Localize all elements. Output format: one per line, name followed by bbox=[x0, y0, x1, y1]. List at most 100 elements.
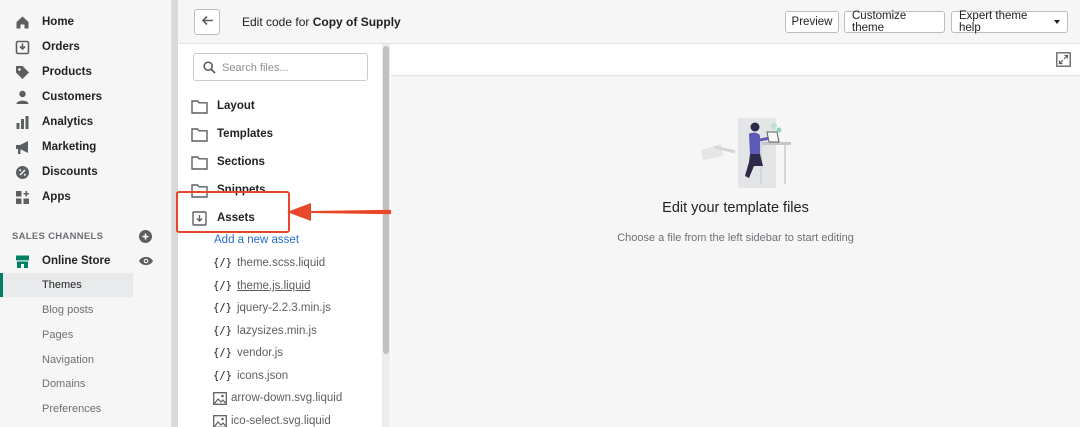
customize-theme-button[interactable]: Customize theme bbox=[844, 10, 945, 34]
sub-item-navigation[interactable]: Navigation bbox=[0, 348, 133, 372]
image-icon bbox=[213, 414, 227, 427]
sub-item-label: Preferences bbox=[42, 403, 102, 415]
nav-item-label: Analytics bbox=[42, 116, 94, 128]
code-icon: {/} bbox=[213, 280, 232, 292]
home-icon bbox=[15, 15, 30, 30]
megaphone-icon bbox=[15, 140, 30, 155]
expand-icon[interactable] bbox=[1056, 52, 1071, 67]
folder-label: Templates bbox=[217, 128, 274, 140]
code-icon: {/} bbox=[213, 302, 232, 314]
search-icon bbox=[203, 61, 216, 74]
file-name: theme.js.liquid bbox=[236, 280, 311, 292]
code-icon: {/} bbox=[213, 370, 232, 382]
nav-item-products[interactable]: Products bbox=[0, 60, 165, 84]
search-placeholder: Search files... bbox=[222, 62, 289, 74]
back-button[interactable] bbox=[194, 9, 220, 35]
nav-item-label: Customers bbox=[42, 91, 103, 103]
editor-area: Edit your template files Choose a file f… bbox=[391, 44, 1080, 427]
nav-item-label: Discounts bbox=[42, 166, 98, 178]
preview-button[interactable]: Preview bbox=[785, 11, 839, 33]
nav-item-analytics[interactable]: Analytics bbox=[0, 110, 165, 134]
admin-sidebar: Home Orders Products Customers Analytics… bbox=[0, 0, 172, 427]
sales-channels-heading: SALES CHANNELS bbox=[12, 231, 104, 242]
store-icon bbox=[15, 254, 30, 269]
tag-icon bbox=[15, 65, 30, 80]
preview-button-label: Preview bbox=[791, 16, 833, 28]
caret-down-icon bbox=[1054, 20, 1060, 24]
apps-icon bbox=[15, 190, 30, 205]
file-name: jquery-2.2.3.min.js bbox=[236, 302, 331, 314]
file-item[interactable]: {/} vendor.js bbox=[213, 343, 283, 363]
sub-item-pages[interactable]: Pages bbox=[0, 323, 133, 347]
nav-item-label: Orders bbox=[42, 41, 80, 53]
nav-item-label: Online Store bbox=[42, 255, 111, 267]
eye-icon[interactable] bbox=[138, 254, 154, 266]
folder-icon bbox=[191, 127, 208, 142]
folder-sections[interactable]: Sections bbox=[191, 151, 265, 173]
nav-item-discounts[interactable]: Discounts bbox=[0, 160, 165, 184]
add-circle-icon[interactable] bbox=[139, 230, 152, 243]
file-name: lazysizes.min.js bbox=[236, 325, 317, 337]
code-icon: {/} bbox=[213, 347, 232, 359]
folder-label: Sections bbox=[217, 156, 265, 168]
file-name: vendor.js bbox=[236, 347, 283, 359]
nav-item-label: Marketing bbox=[42, 141, 97, 153]
file-item[interactable]: {/} theme.scss.liquid bbox=[213, 253, 325, 273]
file-item[interactable]: {/} icons.json bbox=[213, 366, 288, 386]
folder-templates[interactable]: Templates bbox=[191, 123, 273, 145]
nav-item-customers[interactable]: Customers bbox=[0, 85, 165, 109]
nav-item-home[interactable]: Home bbox=[0, 10, 165, 34]
nav-item-label: Home bbox=[42, 16, 74, 28]
orders-icon bbox=[15, 40, 30, 55]
file-name: theme.scss.liquid bbox=[236, 257, 326, 269]
person-icon bbox=[15, 90, 30, 105]
sub-item-blog-posts[interactable]: Blog posts bbox=[0, 298, 133, 322]
sub-item-label: Blog posts bbox=[42, 304, 94, 316]
empty-state-subtitle: Choose a file from the left sidebar to s… bbox=[617, 232, 854, 244]
file-name: icons.json bbox=[236, 370, 289, 382]
nav-item-orders[interactable]: Orders bbox=[0, 35, 165, 59]
sub-item-preferences[interactable]: Preferences bbox=[0, 397, 133, 421]
sub-item-domains[interactable]: Domains bbox=[0, 372, 133, 396]
code-icon: {/} bbox=[213, 257, 232, 269]
file-item[interactable]: {/} theme.js.liquid bbox=[213, 276, 310, 296]
file-name: ico-select.svg.liquid bbox=[231, 415, 331, 427]
file-name: arrow-down.svg.liquid bbox=[231, 392, 343, 404]
sub-item-themes[interactable]: Themes bbox=[0, 273, 133, 297]
folder-label: Layout bbox=[217, 100, 255, 112]
expert-theme-help-label: Expert theme help bbox=[959, 10, 1028, 34]
folder-layout[interactable]: Layout bbox=[191, 95, 255, 117]
arrow-left-icon bbox=[201, 13, 214, 31]
customize-theme-label: Customize theme bbox=[852, 10, 907, 34]
file-item[interactable]: {/} jquery-2.2.3.min.js bbox=[213, 298, 331, 318]
page-title: Edit code for Copy of Supply bbox=[242, 15, 401, 29]
code-icon: {/} bbox=[213, 325, 232, 337]
search-files-input[interactable]: Search files... bbox=[193, 53, 368, 81]
sub-item-label: Themes bbox=[42, 279, 82, 291]
editing-illustration bbox=[701, 118, 791, 188]
nav-item-apps[interactable]: Apps bbox=[0, 185, 165, 209]
folder-icon bbox=[191, 155, 208, 170]
sub-item-label: Navigation bbox=[42, 354, 94, 366]
empty-state-title: Edit your template files bbox=[662, 200, 809, 216]
editor-tab-bar bbox=[391, 44, 1080, 76]
file-sidebar: Search files... Layout Templates Section… bbox=[178, 44, 390, 427]
file-item[interactable]: arrow-down.svg.liquid bbox=[213, 388, 342, 408]
theme-name: Copy of Supply bbox=[312, 15, 401, 29]
add-new-asset-link[interactable]: Add a new asset bbox=[214, 234, 299, 246]
image-icon bbox=[213, 391, 227, 405]
bar-chart-icon bbox=[15, 115, 30, 130]
sub-item-label: Pages bbox=[42, 329, 74, 341]
folder-icon bbox=[191, 99, 208, 114]
nav-item-label: Products bbox=[42, 66, 92, 78]
discount-icon bbox=[15, 165, 30, 180]
page-title-prefix: Edit code for bbox=[242, 15, 310, 29]
sub-item-label: Domains bbox=[42, 378, 86, 390]
file-item[interactable]: ico-select.svg.liquid bbox=[213, 411, 331, 427]
expert-theme-help-button[interactable]: Expert theme help bbox=[951, 10, 1068, 34]
editor-topbar: Edit code for Copy of Supply Preview Cus… bbox=[178, 0, 1080, 44]
file-item[interactable]: {/} lazysizes.min.js bbox=[213, 321, 317, 341]
nav-item-label: Apps bbox=[42, 191, 71, 203]
nav-item-marketing[interactable]: Marketing bbox=[0, 135, 165, 159]
assets-highlight-box bbox=[176, 191, 290, 233]
